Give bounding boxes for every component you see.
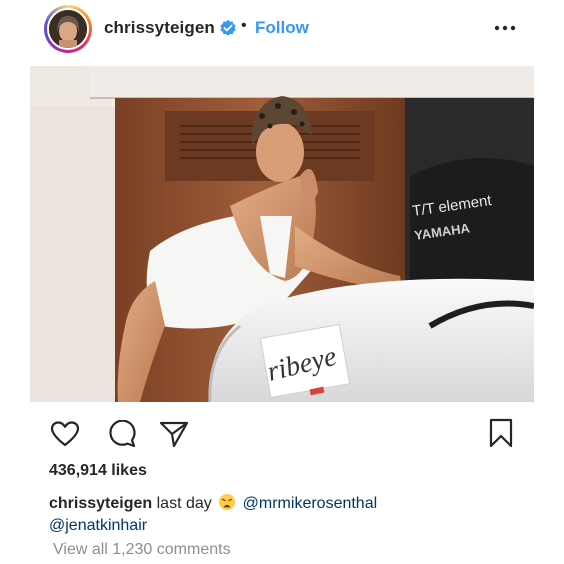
view-comments-link[interactable]: View all 1,230 comments [53, 541, 231, 559]
story-ring[interactable] [44, 5, 92, 53]
post-photo[interactable]: T/T element YAMAHA ribeye [30, 66, 534, 402]
share-icon[interactable] [159, 420, 189, 448]
avatar[interactable] [47, 8, 89, 50]
more-options-icon[interactable] [490, 14, 520, 42]
like-count[interactable]: 436,914 likes [49, 462, 147, 480]
mention-link[interactable]: @mrmikerosenthal [243, 495, 378, 512]
heart-icon[interactable] [50, 420, 80, 448]
verified-badge-icon [220, 19, 236, 36]
post-header: chrissyteigen • Follow [0, 0, 564, 58]
weary-face-emoji-icon [219, 493, 236, 511]
separator-dot: • [241, 17, 247, 34]
caption-text: last day [156, 495, 212, 512]
bookmark-icon[interactable] [488, 418, 514, 448]
caption-username[interactable]: chrissyteigen [49, 495, 152, 512]
username[interactable]: chrissyteigen [104, 18, 215, 38]
follow-button[interactable]: Follow [255, 18, 309, 38]
mention-link[interactable]: @jenatkinhair [49, 517, 147, 534]
comment-icon[interactable] [106, 420, 136, 448]
action-bar [0, 412, 564, 456]
caption: chrissyteigen last day @mrmikerosenthal … [49, 493, 529, 537]
